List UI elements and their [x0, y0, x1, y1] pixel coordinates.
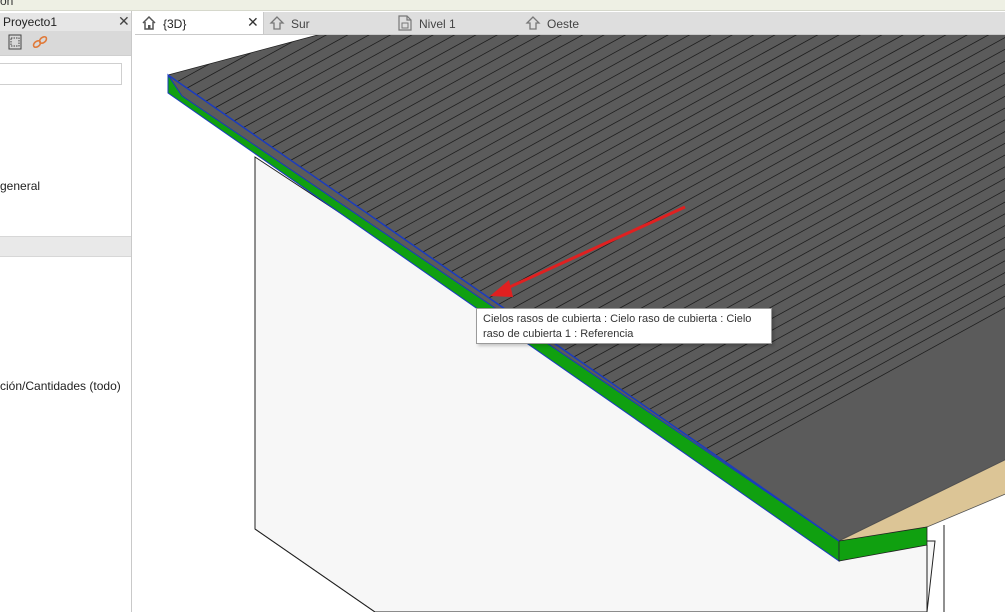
home-icon: [142, 15, 156, 30]
tab-label: {3D}: [163, 17, 187, 31]
tab-3d[interactable]: {3D} ✕: [135, 12, 264, 34]
project-browser-title: Proyecto1: [3, 15, 58, 29]
tooltip-line: raso de cubierta 1 : Referencia: [483, 328, 634, 340]
close-icon[interactable]: ✕: [118, 13, 130, 30]
browser-item-general[interactable]: general: [0, 179, 40, 193]
3d-viewport[interactable]: Cielos rasos de cubierta : Cielo raso de…: [135, 35, 1005, 612]
ribbon-strip: ón: [0, 0, 1005, 11]
floorplan-icon: [398, 15, 412, 31]
link-icon[interactable]: [32, 35, 48, 49]
project-browser-header: Proyecto1 ✕: [0, 13, 131, 31]
elevation-icon: [525, 16, 541, 30]
browser-item-quantities[interactable]: ción/Cantidades (todo): [0, 379, 121, 393]
tab-sur[interactable]: Sur: [263, 12, 391, 34]
tab-label: Sur: [291, 17, 310, 31]
elevation-icon: [269, 16, 285, 30]
project-browser-search-input[interactable]: [0, 63, 122, 85]
view-tab-bar: {3D} ✕ Sur Nivel 1 Oeste: [135, 12, 1005, 35]
browser-group-separator: [0, 236, 131, 257]
element-tooltip: Cielos rasos de cubierta : Cielo raso de…: [476, 308, 772, 344]
tab-oeste[interactable]: Oeste: [519, 12, 647, 34]
tooltip-line: Cielos rasos de cubierta : Cielo raso de…: [483, 313, 752, 325]
project-browser-panel: Proyecto1 ✕ general ción/Cantidades (tod…: [0, 11, 132, 612]
tab-label: Nivel 1: [419, 17, 456, 31]
view-icon[interactable]: [8, 34, 22, 50]
project-browser-toolbar: [0, 31, 131, 56]
tab-nivel-1[interactable]: Nivel 1: [391, 12, 519, 34]
close-icon[interactable]: ✕: [247, 14, 259, 31]
ribbon-partial-text: ón: [0, 0, 14, 8]
tab-label: Oeste: [547, 17, 580, 31]
